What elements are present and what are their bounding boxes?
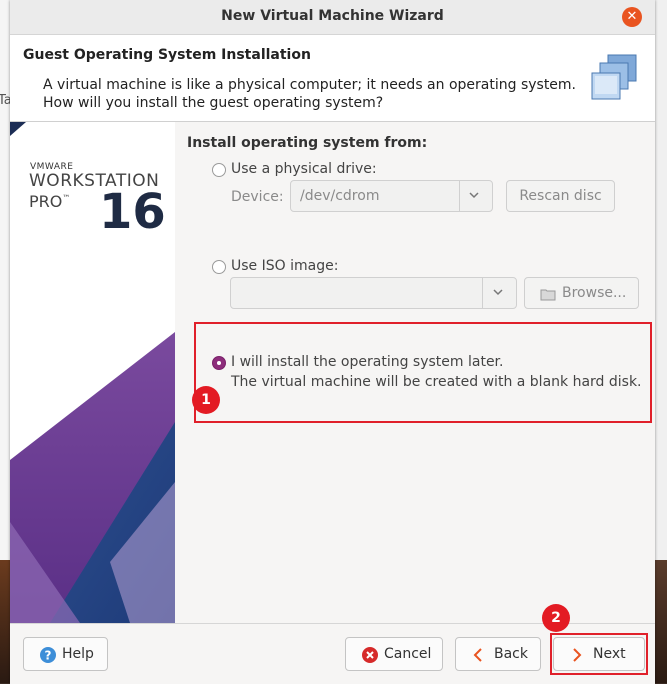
wizard-dialog: New Virtual Machine Wizard ✕ Guest Opera… xyxy=(10,0,655,684)
browse-label: Browse... xyxy=(562,285,627,301)
chevron-down-icon xyxy=(469,192,479,199)
rescan-disc-button[interactable]: Rescan disc xyxy=(506,180,615,212)
physical-drive-radio[interactable] xyxy=(212,163,226,177)
desktop-wallpaper-strip-right xyxy=(655,560,667,683)
trademark-symbol: ™ xyxy=(62,193,71,203)
close-button[interactable]: ✕ xyxy=(622,7,642,27)
help-button[interactable]: ? Help xyxy=(23,637,108,671)
install-from-label: Install operating system from: xyxy=(187,135,428,151)
dropdown-separator xyxy=(482,278,483,308)
page-description-line2: How will you install the guest operating… xyxy=(43,95,384,111)
page-title: Guest Operating System Installation xyxy=(23,47,311,63)
annotation-badge-1: 1 xyxy=(192,386,220,414)
virtual-machine-icon xyxy=(591,54,637,100)
physical-drive-label[interactable]: Use a physical drive: xyxy=(231,161,377,177)
browse-button[interactable]: Browse... xyxy=(524,277,639,309)
device-label: Device: xyxy=(231,189,284,205)
product-banner: VMWARE WORKSTATION PRO™ 16 xyxy=(10,122,175,623)
cancel-label: Cancel xyxy=(384,646,432,662)
title-bar[interactable]: New Virtual Machine Wizard ✕ xyxy=(10,0,655,35)
page-description: A virtual machine is like a physical com… xyxy=(43,76,583,112)
page-description-line1: A virtual machine is like a physical com… xyxy=(43,77,577,93)
dropdown-separator xyxy=(459,181,460,211)
product-edition-text: PRO xyxy=(29,192,63,211)
svg-text:?: ? xyxy=(45,649,52,663)
annotation-badge-2: 2 xyxy=(542,604,570,632)
product-edition: PRO™ xyxy=(29,192,70,211)
iso-path-combo[interactable] xyxy=(230,277,517,309)
install-later-highlight-box xyxy=(194,322,652,423)
back-button[interactable]: Back xyxy=(455,637,541,671)
wizard-header: Guest Operating System Installation A vi… xyxy=(10,35,655,122)
cancel-icon xyxy=(362,647,378,663)
iso-image-radio[interactable] xyxy=(212,260,226,274)
folder-icon xyxy=(540,289,556,301)
device-value: /dev/cdrom xyxy=(300,188,380,204)
next-highlight-box xyxy=(550,633,648,675)
window-title: New Virtual Machine Wizard xyxy=(221,8,444,24)
chevron-left-icon xyxy=(473,648,482,662)
back-label: Back xyxy=(494,646,528,662)
device-dropdown[interactable]: /dev/cdrom xyxy=(290,180,493,212)
chevron-down-icon xyxy=(493,289,503,296)
cancel-button[interactable]: Cancel xyxy=(345,637,443,671)
help-icon: ? xyxy=(40,647,56,663)
background-window-right xyxy=(655,0,667,683)
close-icon: ✕ xyxy=(626,9,638,24)
help-label: Help xyxy=(62,646,94,662)
product-version: 16 xyxy=(99,184,166,240)
iso-image-label[interactable]: Use ISO image: xyxy=(231,258,338,274)
